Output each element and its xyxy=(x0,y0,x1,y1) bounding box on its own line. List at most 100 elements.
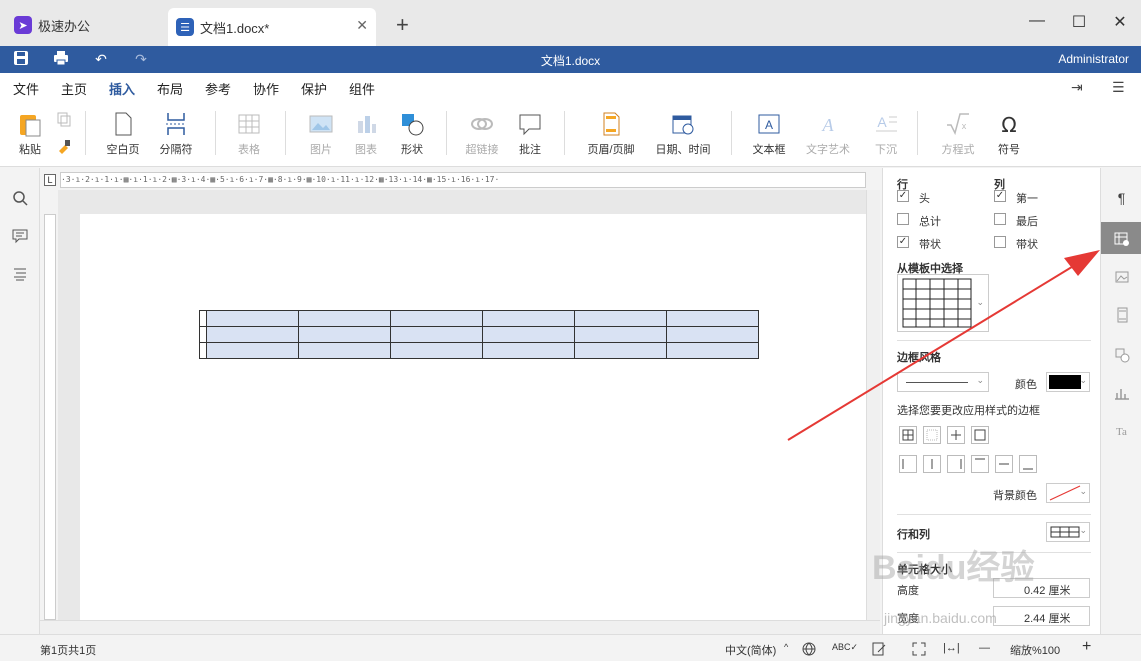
textbox-button[interactable]: A 文本框 xyxy=(748,111,790,157)
zoom-in-button[interactable]: + xyxy=(1082,638,1091,656)
ribbon-toolbar: 粘贴 空白页 分隔符 表格 图片 图表 形状 超链接 批注 页眉/页脚 日期、时… xyxy=(0,101,1141,167)
zoom-out-button[interactable]: — xyxy=(979,642,990,654)
header-footer-settings-icon[interactable] xyxy=(1101,298,1141,330)
calendar-icon xyxy=(672,115,694,135)
row-banded-checkbox[interactable]: ✓ xyxy=(897,236,909,248)
navigation-icon[interactable] xyxy=(11,266,29,284)
equation-label: 方程式 xyxy=(941,144,975,156)
datetime-button[interactable]: 日期、时间 xyxy=(652,111,714,157)
image-settings-icon[interactable] xyxy=(1101,260,1141,292)
zoom-level[interactable]: 缩放%100 xyxy=(1010,642,1060,658)
comment-button[interactable]: 批注 xyxy=(514,111,546,157)
col-first-label: 第一 xyxy=(1016,193,1038,205)
document-table[interactable] xyxy=(199,310,759,359)
menu-plugins[interactable]: 组件 xyxy=(349,79,375,98)
vertical-ruler[interactable] xyxy=(44,214,56,620)
bottom-border-button[interactable] xyxy=(1019,455,1037,473)
left-border-button[interactable] xyxy=(899,455,917,473)
symbol-button[interactable]: Ω 符号 xyxy=(994,111,1024,157)
open-location-icon[interactable]: ⇥ xyxy=(1071,79,1083,96)
all-borders-button[interactable] xyxy=(899,426,917,444)
header-footer-button[interactable]: 页眉/页脚 xyxy=(582,111,640,157)
background-color-picker[interactable]: ⌄ xyxy=(1046,483,1090,503)
horizontal-ruler[interactable]: ·3·ı·2·ı·1·ı·▦·ı·1·ı·2·▦·3·ı·4·▦·5·ı·6·ı… xyxy=(60,172,866,188)
fit-width-icon[interactable]: |↔| xyxy=(943,642,960,654)
menu-collaborate[interactable]: 协作 xyxy=(253,79,279,98)
language-select[interactable]: 中文(简体) xyxy=(725,642,776,658)
chevron-down-icon: ⌄ xyxy=(1079,375,1087,385)
watermark-logo: Baidu经验 xyxy=(872,549,1035,587)
border-style-select[interactable]: ⌄ xyxy=(897,372,989,392)
center-horizontal-border-button[interactable] xyxy=(995,455,1013,473)
close-tab-icon[interactable]: ✕ xyxy=(356,17,368,34)
row-header-label: 头 xyxy=(919,193,930,205)
table-template-icon xyxy=(902,278,972,328)
menu-layout[interactable]: 布局 xyxy=(157,79,183,98)
new-tab-button[interactable]: + xyxy=(396,12,409,38)
col-last-checkbox[interactable] xyxy=(994,213,1006,225)
col-banded-checkbox[interactable] xyxy=(994,236,1006,248)
comment-label: 批注 xyxy=(519,144,541,156)
tab-stop-selector[interactable]: L xyxy=(44,174,56,186)
globe-icon[interactable] xyxy=(802,642,816,659)
shape-button[interactable]: 形状 xyxy=(392,111,432,157)
maximize-button[interactable]: ☐ xyxy=(1069,12,1089,32)
tab-document[interactable]: ☰ 文档1.docx* ✕ xyxy=(168,8,376,46)
paste-button[interactable]: 粘贴 xyxy=(12,111,48,157)
search-icon[interactable] xyxy=(11,190,29,208)
paragraph-icon[interactable]: ¶ xyxy=(1101,182,1141,214)
border-color-picker[interactable]: ⌄ xyxy=(1046,372,1090,392)
outer-border-button[interactable] xyxy=(971,426,989,444)
menu-protect[interactable]: 保护 xyxy=(301,79,327,98)
fit-page-icon[interactable] xyxy=(912,642,926,659)
picture-button[interactable]: 图片 xyxy=(302,111,340,157)
hyperlink-button[interactable]: 超链接 xyxy=(462,111,502,157)
omega-icon: Ω xyxy=(1001,113,1016,137)
comments-icon[interactable] xyxy=(11,228,29,246)
equation-button[interactable]: x 方程式 xyxy=(934,111,982,157)
chart-button[interactable]: 图表 xyxy=(347,111,385,157)
horizontal-scrollbar[interactable] xyxy=(40,620,880,634)
menu-file[interactable]: 文件 xyxy=(13,79,39,98)
width-field[interactable]: 2.44 厘米 xyxy=(993,606,1090,626)
shape-icon xyxy=(402,114,424,136)
hamburger-menu-icon[interactable]: ☰ xyxy=(1112,79,1125,96)
template-picker[interactable]: ⌄ xyxy=(897,274,989,332)
dropcap-button[interactable]: A 下沉 xyxy=(866,111,906,157)
wordart-button[interactable]: A 文字艺术 xyxy=(798,111,858,157)
page-break-icon xyxy=(166,113,186,135)
track-changes-icon[interactable] xyxy=(872,642,886,659)
row-total-checkbox[interactable] xyxy=(897,213,909,225)
top-border-button[interactable] xyxy=(971,455,989,473)
menu-references[interactable]: 参考 xyxy=(205,79,231,98)
minimize-button[interactable]: — xyxy=(1027,12,1047,30)
inner-borders-button[interactable] xyxy=(947,426,965,444)
menu-home[interactable]: 主页 xyxy=(61,79,87,98)
col-first-checkbox[interactable]: ✓ xyxy=(994,190,1006,202)
document-page[interactable] xyxy=(80,214,866,624)
rows-cols-button[interactable]: ⌄ xyxy=(1046,522,1090,542)
shape-settings-icon[interactable] xyxy=(1101,338,1141,370)
textart-settings-icon[interactable]: Ta xyxy=(1101,414,1141,446)
page-break-button[interactable]: 分隔符 xyxy=(152,111,200,157)
format-painter-button[interactable] xyxy=(54,111,74,157)
no-border-button[interactable] xyxy=(923,426,941,444)
width-value: 2.44 厘米 xyxy=(1024,613,1071,625)
textbox-label: 文本框 xyxy=(752,144,786,156)
page-break-label: 分隔符 xyxy=(159,144,193,156)
blank-page-icon xyxy=(115,112,132,136)
spellcheck-icon[interactable]: ABC✓ xyxy=(832,642,858,653)
table-settings-icon[interactable] xyxy=(1101,222,1141,254)
row-header-checkbox[interactable]: ✓ xyxy=(897,190,909,202)
document-canvas[interactable] xyxy=(58,190,866,624)
menu-insert[interactable]: 插入 xyxy=(109,79,136,103)
tab-app[interactable]: ➤ 极速办公 xyxy=(6,8,162,42)
chart-settings-icon[interactable] xyxy=(1101,376,1141,408)
center-vertical-border-button[interactable] xyxy=(923,455,941,473)
svg-text:x: x xyxy=(962,121,967,131)
table-button[interactable]: 表格 xyxy=(231,111,267,157)
close-window-button[interactable]: ✕ xyxy=(1110,12,1130,32)
right-border-button[interactable] xyxy=(947,455,965,473)
blank-page-button[interactable]: 空白页 xyxy=(102,111,144,157)
user-name[interactable]: Administrator xyxy=(1058,52,1129,66)
